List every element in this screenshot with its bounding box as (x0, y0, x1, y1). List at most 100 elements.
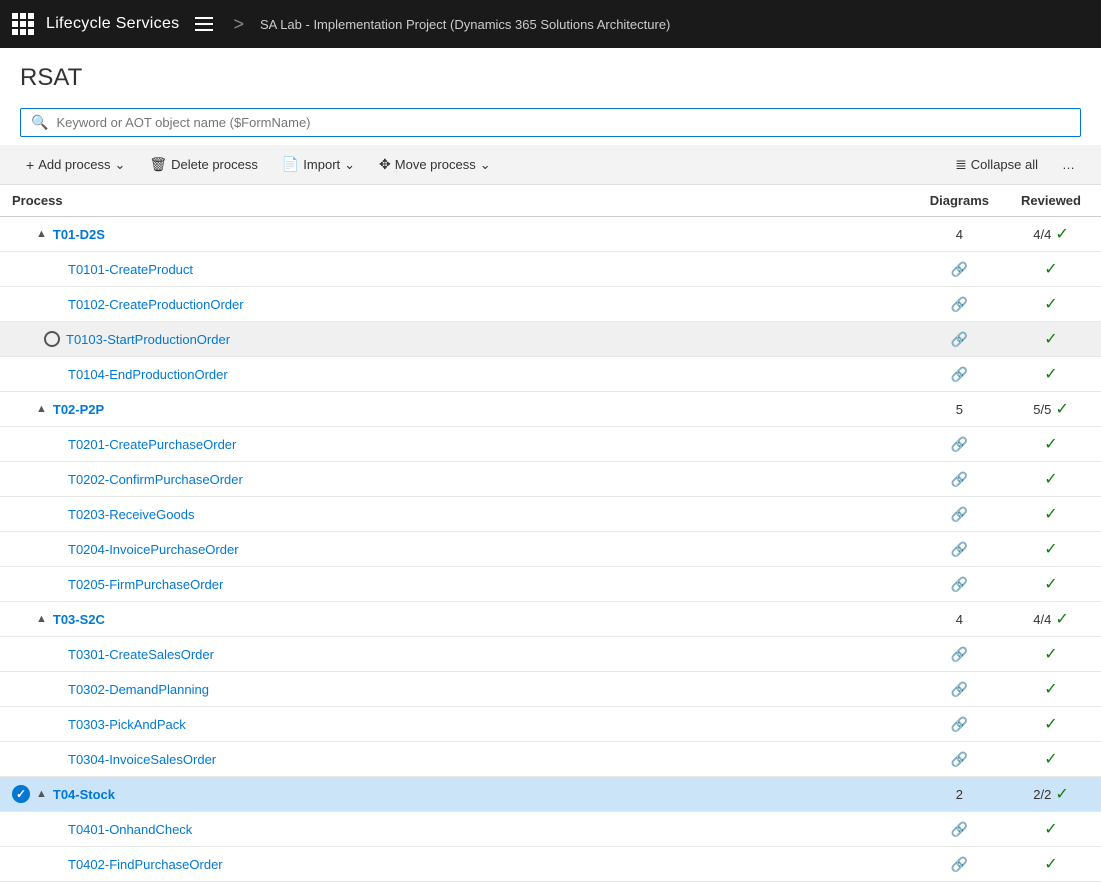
child-link[interactable]: T0104-EndProductionOrder (68, 367, 228, 382)
child-label-cell: T0202-ConfirmPurchaseOrder (0, 462, 918, 497)
table-row[interactable]: T0204-InvoicePurchaseOrder 🔗✓ (0, 532, 1101, 567)
child-link[interactable]: T0201-CreatePurchaseOrder (68, 437, 236, 452)
child-check-icon: ✓ (1044, 646, 1057, 663)
delete-process-button[interactable]: 🗑 Delete process (139, 151, 268, 178)
diagram-icon: 🔗 (951, 751, 968, 767)
child-label-cell: T0102-CreateProductionOrder (0, 287, 918, 322)
diagram-icon: 🔗 (951, 506, 968, 522)
add-process-button[interactable]: + Add process ⌄ (16, 152, 135, 178)
child-link[interactable]: T0205-FirmPurchaseOrder (68, 577, 223, 592)
child-link[interactable]: T0102-CreateProductionOrder (68, 297, 244, 312)
table-row[interactable]: T0201-CreatePurchaseOrder 🔗✓ (0, 427, 1101, 462)
move-process-chevron: ⌄ (480, 157, 491, 173)
child-link[interactable]: T0203-ReceiveGoods (68, 507, 194, 522)
child-label: T0301-CreateSalesOrder (12, 647, 906, 662)
group-reviewed: 2/2✓ (1001, 777, 1101, 812)
child-check-icon: ✓ (1044, 821, 1057, 838)
diagram-icon: 🔗 (951, 436, 968, 452)
table-row-group[interactable]: ▲ T03-S2C 44/4✓ (0, 602, 1101, 637)
child-label: T0402-FindPurchaseOrder (12, 857, 906, 872)
child-label: T0103-StartProductionOrder (12, 331, 906, 347)
delete-process-label: Delete process (171, 157, 258, 172)
child-reviewed: ✓ (1001, 252, 1101, 287)
child-link[interactable]: T0101-CreateProduct (68, 262, 193, 277)
process-table-wrap: Process Diagrams Reviewed ▲ T01-D2S 44/4… (0, 185, 1101, 882)
group-name[interactable]: T02-P2P (53, 402, 104, 417)
table-row[interactable]: T0101-CreateProduct 🔗 ✓ (0, 252, 1101, 287)
child-check-icon: ✓ (1044, 751, 1057, 768)
child-label-cell: T0103-StartProductionOrder (0, 322, 918, 357)
child-label: T0201-CreatePurchaseOrder (12, 437, 906, 452)
more-options-button[interactable]: … (1052, 152, 1085, 177)
table-row[interactable]: T0104-EndProductionOrder 🔗✓ (0, 357, 1101, 392)
move-process-button[interactable]: ✥ Move process ⌄ (369, 151, 501, 178)
child-label-cell: T0303-PickAndPack (0, 707, 918, 742)
group-label: ▲ T03-S2C (12, 612, 906, 627)
child-link[interactable]: T0401-OnhandCheck (68, 822, 192, 837)
table-row-group[interactable]: ▲ T02-P2P 55/5✓ (0, 392, 1101, 427)
child-diagrams: 🔗 (918, 637, 1001, 672)
child-link[interactable]: T0302-DemandPlanning (68, 682, 209, 697)
group-name[interactable]: T04-Stock (53, 787, 115, 802)
diagram-icon: 🔗 (951, 541, 968, 557)
child-link[interactable]: T0304-InvoiceSalesOrder (68, 752, 216, 767)
diagram-icon: 🔗 (951, 646, 968, 662)
table-row-group[interactable]: ✓ ▲ T04-Stock 22/2✓ (0, 777, 1101, 812)
group-name[interactable]: T01-D2S (53, 227, 105, 242)
table-row[interactable]: T0205-FirmPurchaseOrder 🔗✓ (0, 567, 1101, 602)
table-row[interactable]: T0102-CreateProductionOrder 🔗✓ (0, 287, 1101, 322)
reviewed-count: 4/4 (1033, 612, 1051, 627)
child-diagrams: 🔗 (918, 427, 1001, 462)
child-link[interactable]: T0202-ConfirmPurchaseOrder (68, 472, 243, 487)
group-label: ▲ T02-P2P (12, 402, 906, 417)
collapse-all-button[interactable]: ≣ Collapse all (945, 151, 1048, 178)
import-button[interactable]: 📄 Import ⌄ (272, 151, 365, 178)
delete-icon: 🗑 (149, 156, 167, 173)
child-check-icon: ✓ (1044, 506, 1057, 523)
child-check-icon: ✓ (1044, 471, 1057, 488)
app-grid-icon[interactable] (12, 13, 34, 35)
col-header-reviewed: Reviewed (1001, 185, 1101, 217)
child-link[interactable]: T0402-FindPurchaseOrder (68, 857, 223, 872)
child-link[interactable]: T0204-InvoicePurchaseOrder (68, 542, 239, 557)
table-row[interactable]: T0402-FindPurchaseOrder 🔗✓ (0, 847, 1101, 882)
diagram-icon: 🔗 (951, 716, 968, 732)
child-diagrams: 🔗 (918, 847, 1001, 882)
table-row[interactable]: T0301-CreateSalesOrder 🔗 ✓ (0, 637, 1101, 672)
diagram-icon: 🔗 (951, 261, 968, 277)
child-link[interactable]: T0303-PickAndPack (68, 717, 186, 732)
search-input[interactable] (56, 115, 1070, 130)
child-label-cell: T0301-CreateSalesOrder (0, 637, 918, 672)
table-row[interactable]: T0401-OnhandCheck 🔗✓ (0, 812, 1101, 847)
table-row[interactable]: T0302-DemandPlanning 🔗✓ (0, 672, 1101, 707)
child-link[interactable]: T0301-CreateSalesOrder (68, 647, 214, 662)
table-row[interactable]: T0304-InvoiceSalesOrder 🔗 ✓ (0, 742, 1101, 777)
reviewed-count: 4/4 (1033, 227, 1051, 242)
child-label: T0304-InvoiceSalesOrder (12, 752, 906, 767)
diagram-icon: 🔗 (951, 331, 968, 347)
table-row[interactable]: T0303-PickAndPack 🔗✓ (0, 707, 1101, 742)
group-label: ▲ T01-D2S (12, 227, 906, 242)
reviewed-count: 2/2 (1033, 787, 1051, 802)
group-label-cell: ✓ ▲ T04-Stock (0, 777, 918, 812)
table-row[interactable]: T0202-ConfirmPurchaseOrder 🔗✓ (0, 462, 1101, 497)
child-reviewed: ✓ (1001, 322, 1101, 357)
hamburger-menu[interactable] (191, 13, 217, 35)
chevron-up-icon: ▲ (36, 228, 47, 240)
group-name[interactable]: T03-S2C (53, 612, 105, 627)
diagram-icon: 🔗 (951, 856, 968, 872)
child-link[interactable]: T0103-StartProductionOrder (66, 332, 230, 347)
group-label-cell: ▲ T01-D2S (0, 217, 918, 252)
move-process-label: Move process (395, 157, 476, 172)
child-label: T0204-InvoicePurchaseOrder (12, 542, 906, 557)
table-row[interactable]: T0103-StartProductionOrder 🔗 ✓ (0, 322, 1101, 357)
child-check-icon: ✓ (1044, 261, 1057, 278)
add-process-chevron: ⌄ (114, 157, 125, 173)
child-reviewed: ✓ (1001, 357, 1101, 392)
chevron-up-icon: ▲ (36, 613, 47, 625)
child-check-icon: ✓ (1044, 681, 1057, 698)
table-row-group[interactable]: ▲ T01-D2S 44/4✓ (0, 217, 1101, 252)
child-reviewed: ✓ (1001, 742, 1101, 777)
table-row[interactable]: T0203-ReceiveGoods 🔗 ✓ (0, 497, 1101, 532)
child-label: T0104-EndProductionOrder (12, 367, 906, 382)
